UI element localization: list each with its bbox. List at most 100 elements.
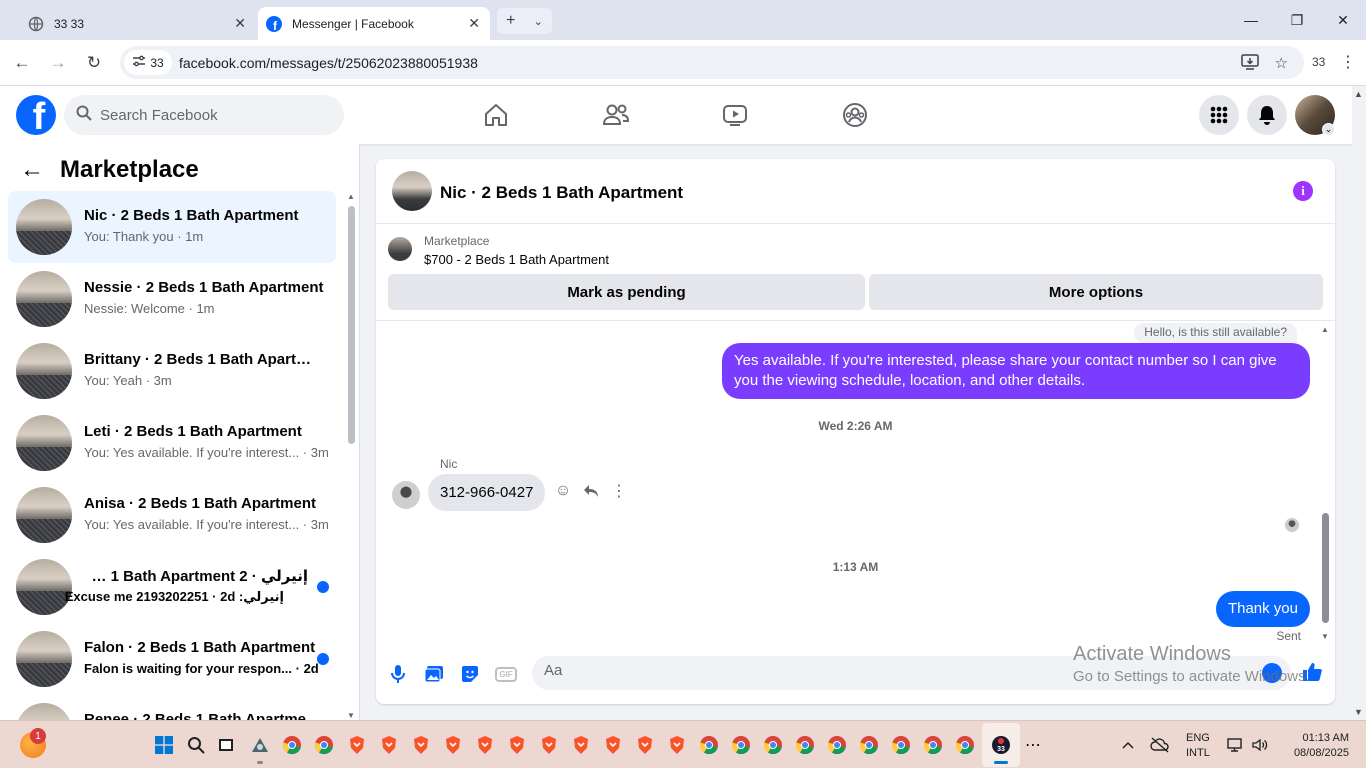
new-tab-icon[interactable]: + (506, 12, 515, 30)
quoted-message[interactable]: Hello, is this still available? (1134, 323, 1297, 343)
react-smiley-icon[interactable]: ☺ (554, 480, 572, 502)
network-icon[interactable] (1225, 734, 1247, 756)
more-vertical-icon[interactable]: ⋮ (610, 480, 628, 502)
brave-icon[interactable] (474, 734, 496, 756)
install-app-icon[interactable] (1240, 54, 1259, 74)
restore-icon[interactable]: ❐ (1274, 0, 1320, 40)
brave-icon[interactable] (506, 734, 528, 756)
chrome-icon[interactable] (826, 734, 848, 756)
close-tab-icon[interactable]: ✕ (468, 15, 480, 32)
chrome-icon[interactable] (281, 734, 303, 756)
bookmark-star-icon[interactable]: ☆ (1275, 54, 1288, 74)
site-info-chip[interactable]: 33 (124, 50, 172, 75)
tab-search-chevron-icon[interactable]: ⌄ (534, 15, 543, 28)
chrome-icon[interactable] (313, 734, 335, 756)
input-language[interactable]: ENG INTL (1186, 731, 1210, 761)
close-tab-icon[interactable]: ✕ (234, 15, 246, 32)
brave-icon[interactable] (634, 734, 656, 756)
scroll-down-icon[interactable]: ▼ (1354, 707, 1363, 717)
chevron-up-icon[interactable] (1117, 734, 1139, 756)
thread-item[interactable]: Nessie · 2 Beds 1 Bath Apartment Nessie:… (8, 263, 336, 335)
sidebar-scrollbar[interactable]: ▲ ▼ (346, 192, 356, 720)
page-scrollbar[interactable]: ▲ ▼ (1352, 86, 1366, 720)
chrome-icon[interactable] (954, 734, 976, 756)
scroll-up-icon[interactable]: ▲ (1321, 325, 1329, 334)
brave-icon[interactable] (410, 734, 432, 756)
window-close-icon[interactable]: ✕ (1320, 0, 1366, 40)
chrome-icon[interactable] (922, 734, 944, 756)
url-text[interactable]: facebook.com/messages/t/2506202388005193… (179, 55, 478, 71)
profile-label[interactable]: 33 (1312, 55, 1325, 69)
back-arrow-icon[interactable]: ← (20, 156, 44, 184)
conversation-title[interactable]: Nic · 2 Beds 1 Bath Apartment (440, 183, 683, 203)
back-arrow-icon[interactable]: ← (11, 52, 33, 74)
facebook-search[interactable] (64, 95, 344, 135)
scroll-down-icon[interactable]: ▼ (347, 711, 355, 720)
chrome-icon[interactable] (890, 734, 912, 756)
outgoing-message[interactable]: Yes available. If you're interested, ple… (722, 343, 1310, 399)
brave-icon[interactable] (378, 734, 400, 756)
brave-icon[interactable] (602, 734, 624, 756)
scroll-up-icon[interactable]: ▲ (1354, 89, 1363, 99)
chrome-icon[interactable] (762, 734, 784, 756)
brave-icon[interactable] (442, 734, 464, 756)
active-app-icon[interactable]: 33 (990, 734, 1012, 756)
message-input[interactable] (544, 662, 1044, 679)
thread-item[interactable]: إنيرلي · 2 Beds 1 Bath Apartment إنيرلي:… (8, 551, 336, 623)
volume-icon[interactable] (1249, 734, 1271, 756)
friends-icon[interactable] (599, 98, 633, 132)
brave-icon[interactable] (666, 734, 688, 756)
home-icon[interactable] (479, 98, 513, 132)
scroll-down-icon[interactable]: ▼ (1321, 632, 1329, 641)
chrome-icon[interactable] (730, 734, 752, 756)
browser-tab-active[interactable]: f Messenger | Facebook ✕ (258, 7, 490, 40)
sender-avatar[interactable] (392, 481, 420, 509)
listing-thumbnail[interactable] (388, 237, 412, 261)
scrollbar-thumb[interactable] (348, 206, 355, 444)
brave-icon[interactable] (570, 734, 592, 756)
reload-icon[interactable]: ↻ (83, 52, 105, 74)
brave-icon[interactable] (346, 734, 368, 756)
facebook-logo-icon[interactable]: f (16, 95, 56, 135)
browser-tab-inactive[interactable]: 33 33 ✕ (16, 7, 256, 40)
windows-start-icon[interactable] (153, 734, 175, 756)
microphone-icon[interactable] (387, 663, 409, 685)
minimize-icon[interactable]: — (1228, 0, 1274, 40)
search-input[interactable] (100, 106, 320, 124)
mark-as-pending-button[interactable]: Mark as pending (388, 274, 865, 310)
browser-menu-icon[interactable]: ⋮ (1340, 52, 1356, 72)
task-view-icon[interactable] (216, 734, 238, 756)
chrome-icon[interactable] (794, 734, 816, 756)
sticker-icon[interactable] (459, 663, 481, 685)
thread-item[interactable]: Renee · 2 Beds 1 Bath Apartme... (8, 695, 336, 720)
more-options-button[interactable]: More options (869, 274, 1323, 310)
groups-icon[interactable] (838, 98, 872, 132)
listing-title[interactable]: $700 - 2 Beds 1 Bath Apartment (424, 252, 609, 267)
system-clock[interactable]: 01:13 AM 08/08/2025 (1285, 731, 1349, 761)
reply-icon[interactable] (582, 480, 600, 502)
account-chevron-down-icon[interactable]: ⌄ (1322, 123, 1335, 136)
app-icon[interactable] (249, 734, 271, 756)
scrollbar-thumb[interactable] (1322, 513, 1329, 623)
video-icon[interactable] (718, 98, 752, 132)
conversation-avatar[interactable] (392, 171, 432, 211)
scroll-up-icon[interactable]: ▲ (347, 192, 355, 201)
search-icon[interactable] (185, 734, 207, 756)
address-bar[interactable]: 33 facebook.com/messages/t/2506202388005… (120, 46, 1304, 79)
thread-item[interactable]: Brittany · 2 Beds 1 Bath Apartme... You:… (8, 335, 336, 407)
outgoing-message[interactable]: Thank you (1215, 591, 1310, 627)
thread-item[interactable]: Nic · 2 Beds 1 Bath Apartment You: Thank… (8, 191, 336, 263)
brave-icon[interactable] (538, 734, 560, 756)
thread-item[interactable]: Falon · 2 Beds 1 Bath Apartment Falon is… (8, 623, 336, 695)
incoming-message[interactable]: 312-966-0427 (428, 474, 546, 511)
thread-item[interactable]: Anisa · 2 Beds 1 Bath Apartment You: Yes… (8, 479, 336, 551)
conversation-scrollbar[interactable]: ▲ ▼ (1320, 325, 1330, 641)
chrome-icon[interactable] (698, 734, 720, 756)
more-apps-icon[interactable]: ⋯ (1022, 734, 1044, 756)
gif-icon[interactable]: GIF (495, 663, 517, 685)
photo-icon[interactable] (423, 663, 445, 685)
info-icon[interactable]: i (1293, 181, 1313, 201)
forward-arrow-icon[interactable]: → (47, 52, 69, 74)
cloud-offline-icon[interactable] (1149, 734, 1171, 756)
notifications-bell-icon[interactable] (1247, 95, 1287, 135)
